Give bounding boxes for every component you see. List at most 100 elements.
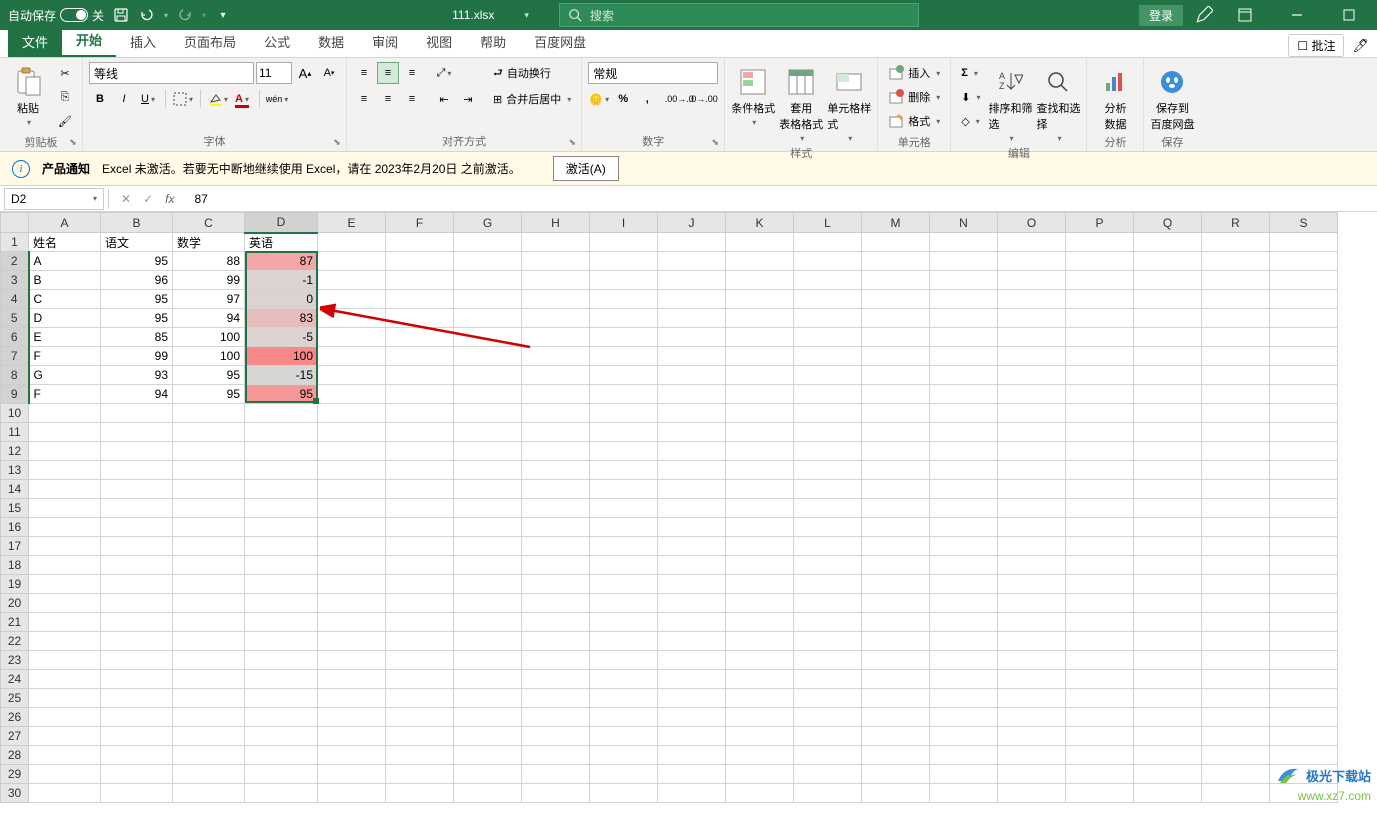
cell[interactable] (29, 461, 101, 480)
cell[interactable] (794, 784, 862, 803)
cell[interactable] (1270, 689, 1338, 708)
spreadsheet-grid[interactable]: ABCDEFGHIJKLMNOPQRS1姓名语文数学英语2A9588873B96… (0, 212, 1377, 809)
cell[interactable] (998, 765, 1066, 784)
cell[interactable] (29, 480, 101, 499)
cell[interactable] (245, 746, 318, 765)
cell[interactable] (658, 499, 726, 518)
cell[interactable] (726, 385, 794, 404)
cell[interactable]: E (29, 328, 101, 347)
cell[interactable] (1134, 385, 1202, 404)
cell[interactable] (29, 784, 101, 803)
cell[interactable] (29, 442, 101, 461)
row-header-22[interactable]: 22 (1, 632, 29, 651)
cell[interactable] (1202, 499, 1270, 518)
cell[interactable] (522, 461, 590, 480)
cell[interactable] (386, 670, 454, 689)
cell[interactable] (998, 594, 1066, 613)
cell[interactable] (101, 461, 173, 480)
cell[interactable] (998, 328, 1066, 347)
cell[interactable] (101, 594, 173, 613)
cell[interactable] (794, 328, 862, 347)
cell[interactable] (522, 746, 590, 765)
cell[interactable] (794, 765, 862, 784)
cell[interactable] (726, 233, 794, 252)
cell[interactable] (454, 385, 522, 404)
cell[interactable] (930, 537, 998, 556)
cell[interactable] (930, 423, 998, 442)
cell-styles-button[interactable]: 单元格样式▾ (827, 62, 871, 143)
cell[interactable] (1066, 518, 1134, 537)
cell[interactable] (1066, 613, 1134, 632)
decrease-font-icon[interactable]: A▾ (318, 62, 340, 84)
cell[interactable] (998, 651, 1066, 670)
cell[interactable] (454, 746, 522, 765)
cell[interactable] (590, 765, 658, 784)
cut-icon[interactable]: ✂ (54, 62, 76, 84)
cell[interactable] (318, 784, 386, 803)
col-header-H[interactable]: H (522, 213, 590, 233)
cell[interactable] (1270, 442, 1338, 461)
cell[interactable] (173, 765, 245, 784)
cell[interactable] (1066, 784, 1134, 803)
tab-layout[interactable]: 页面布局 (170, 26, 250, 57)
cell[interactable]: 95 (173, 366, 245, 385)
cell[interactable] (1066, 670, 1134, 689)
cell[interactable] (454, 537, 522, 556)
tab-file[interactable]: 文件 (8, 26, 62, 57)
cell[interactable] (522, 404, 590, 423)
cell[interactable] (101, 670, 173, 689)
cell[interactable] (794, 613, 862, 632)
row-header-26[interactable]: 26 (1, 708, 29, 727)
cell[interactable] (726, 670, 794, 689)
col-header-F[interactable]: F (386, 213, 454, 233)
cell[interactable] (101, 442, 173, 461)
cell[interactable] (454, 233, 522, 252)
cell[interactable] (245, 632, 318, 651)
cell[interactable] (998, 347, 1066, 366)
cell[interactable] (1066, 708, 1134, 727)
cell[interactable] (318, 651, 386, 670)
cell[interactable] (862, 575, 930, 594)
cell[interactable] (1134, 518, 1202, 537)
cell[interactable] (386, 328, 454, 347)
cell[interactable] (29, 651, 101, 670)
cell[interactable] (1066, 366, 1134, 385)
cell[interactable] (522, 727, 590, 746)
cell[interactable] (862, 385, 930, 404)
cell[interactable] (590, 461, 658, 480)
tab-data[interactable]: 数据 (304, 26, 358, 57)
tab-home[interactable]: 开始 (62, 24, 116, 57)
row-header-25[interactable]: 25 (1, 689, 29, 708)
col-header-O[interactable]: O (998, 213, 1066, 233)
cell[interactable] (590, 366, 658, 385)
cell[interactable] (794, 385, 862, 404)
cell[interactable] (862, 765, 930, 784)
cell[interactable] (1202, 290, 1270, 309)
cell[interactable]: 93 (101, 366, 173, 385)
cell[interactable] (862, 309, 930, 328)
cell[interactable] (862, 556, 930, 575)
cell[interactable] (318, 423, 386, 442)
cell[interactable] (101, 727, 173, 746)
percent-icon[interactable]: % (612, 88, 634, 110)
cell[interactable] (454, 784, 522, 803)
cell[interactable] (173, 442, 245, 461)
formula-input[interactable]: 87 (186, 192, 1377, 206)
cell[interactable] (590, 347, 658, 366)
cell[interactable] (726, 461, 794, 480)
cell[interactable] (522, 518, 590, 537)
cell[interactable] (318, 765, 386, 784)
col-header-R[interactable]: R (1202, 213, 1270, 233)
cell[interactable] (1066, 309, 1134, 328)
cell[interactable] (522, 537, 590, 556)
cell[interactable] (454, 309, 522, 328)
cell[interactable] (862, 252, 930, 271)
cell[interactable] (1134, 613, 1202, 632)
cell[interactable] (522, 480, 590, 499)
cell[interactable] (1270, 499, 1338, 518)
format-cells-button[interactable]: 格式▾ (884, 110, 944, 132)
cell[interactable] (1202, 727, 1270, 746)
cell[interactable] (862, 746, 930, 765)
cell[interactable] (1270, 366, 1338, 385)
cell[interactable] (930, 366, 998, 385)
